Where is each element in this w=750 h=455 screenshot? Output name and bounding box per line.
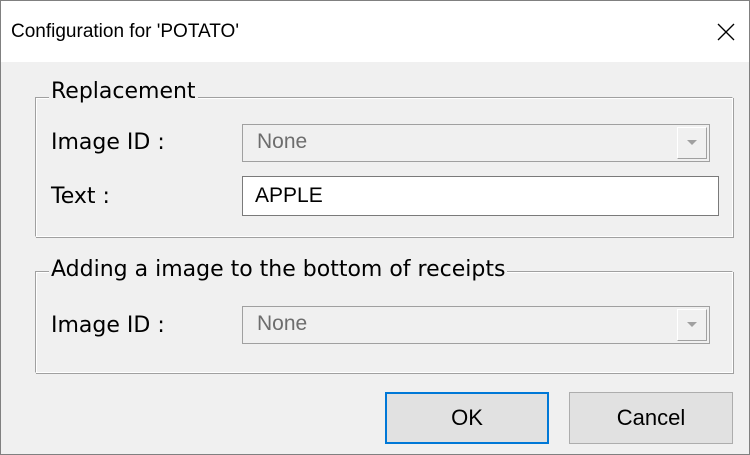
replacement-image-id-label: Image ID : [51, 130, 165, 155]
receipt-image-group-legend: Adding a image to the bottom of receipts [49, 257, 508, 283]
replacement-group-legend: Replacement [49, 79, 198, 105]
close-icon [717, 23, 735, 40]
replacement-image-id-dropdown-button[interactable] [677, 127, 707, 159]
replacement-group-frame [35, 97, 733, 237]
ok-button[interactable]: OK [385, 392, 549, 444]
replacement-text-label: Text : [51, 184, 110, 209]
replacement-image-id-combobox[interactable]: None [242, 124, 710, 162]
replacement-text-input[interactable] [242, 176, 719, 216]
chevron-down-icon [687, 140, 697, 145]
dialog-window: Configuration for 'POTATO' Replacement I… [0, 0, 750, 455]
window-title: Configuration for 'POTATO' [11, 21, 239, 42]
close-button[interactable] [703, 1, 749, 62]
cancel-button[interactable]: Cancel [569, 392, 733, 444]
receipt-image-id-combobox[interactable]: None [242, 306, 710, 344]
chevron-down-icon [687, 322, 697, 327]
receipt-image-id-value: None [257, 312, 308, 335]
title-bar: Configuration for 'POTATO' [1, 1, 749, 62]
receipt-image-id-label: Image ID : [51, 313, 165, 338]
receipt-image-id-dropdown-button[interactable] [677, 309, 707, 341]
replacement-image-id-value: None [257, 130, 308, 153]
